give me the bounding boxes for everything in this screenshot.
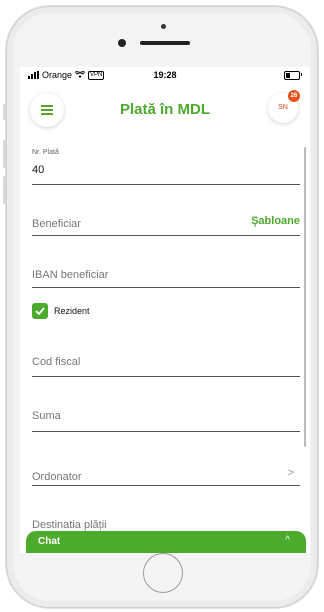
beneficiar-placeholder: Beneficiar — [32, 218, 81, 230]
avatar-initials: SN — [278, 104, 288, 111]
front-camera — [118, 39, 126, 47]
iban-field[interactable]: IBAN beneficiar — [32, 259, 300, 288]
suma-placeholder: Suma — [32, 410, 61, 422]
iban-placeholder: IBAN beneficiar — [32, 269, 109, 281]
earpiece-speaker — [140, 41, 190, 45]
chevron-right-icon: > — [287, 467, 294, 479]
battery-tip — [301, 73, 302, 76]
ordonator-field[interactable]: Ordonator > — [32, 455, 300, 486]
destinatia-placeholder: Destinatia plății — [32, 519, 107, 531]
sabloane-link[interactable]: Şabloane — [251, 215, 300, 227]
nr-plata-value: 40 — [32, 164, 45, 176]
chat-label: Chat — [38, 536, 61, 547]
app-screen: Orange VPN 19:28 Plată în MDL SN 26 Nr. … — [20, 67, 310, 553]
rezident-label: Rezident — [54, 306, 90, 316]
battery-icon — [284, 71, 300, 80]
home-button[interactable] — [143, 553, 183, 593]
front-sensor — [161, 24, 166, 29]
avatar[interactable]: SN 26 — [268, 90, 300, 123]
status-bar: Orange VPN 19:28 — [20, 67, 310, 83]
suma-field[interactable]: Suma — [32, 400, 300, 432]
cod-fiscal-placeholder: Cod fiscal — [32, 356, 81, 368]
chevron-up-icon: ^ — [285, 535, 290, 546]
beneficiar-field[interactable]: Beneficiar Şabloane — [32, 207, 300, 236]
status-time: 19:28 — [153, 70, 177, 80]
rezident-checkbox[interactable] — [32, 303, 48, 319]
chat-button[interactable]: Chat ^ — [26, 531, 306, 553]
ordonator-placeholder: Ordonator — [32, 471, 82, 483]
scrollbar[interactable] — [304, 147, 306, 447]
nr-plata-field[interactable]: Nr. Plată 40 — [32, 147, 300, 185]
cod-fiscal-field[interactable]: Cod fiscal — [32, 346, 300, 377]
notification-badge: 26 — [288, 90, 300, 102]
nr-plata-label: Nr. Plată — [32, 149, 59, 156]
app-header: Plată în MDL SN 26 — [20, 83, 310, 131]
side-button — [3, 104, 6, 120]
side-button — [3, 176, 6, 204]
side-button — [3, 140, 6, 168]
rezident-checkbox-row[interactable]: Rezident — [32, 303, 90, 319]
page-title: Plată în MDL — [119, 101, 210, 118]
checkmark-icon — [35, 307, 45, 315]
